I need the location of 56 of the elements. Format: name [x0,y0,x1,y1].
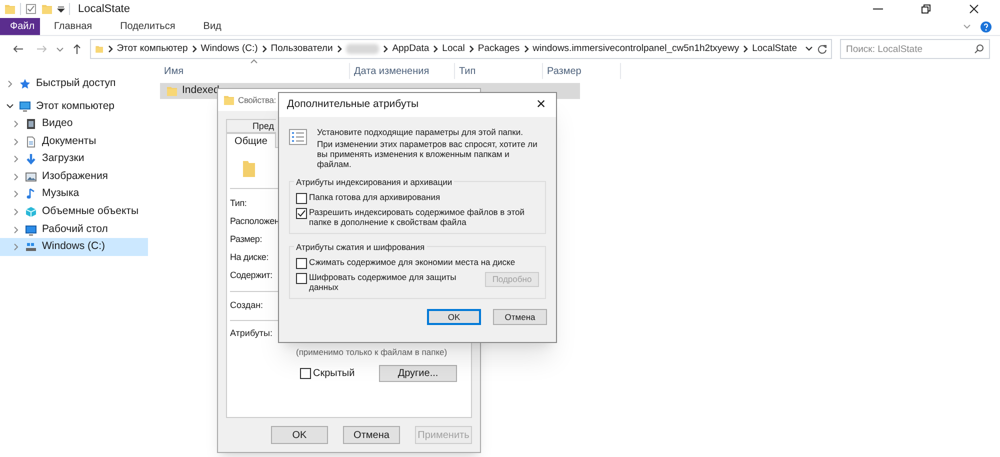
breadcrumb[interactable]: Пользователи [270,42,333,56]
field-label: На диске: [230,251,269,264]
intro-text: Установите подходящие параметры для этой папки. [317,127,524,137]
breadcrumb[interactable]: Local [442,42,465,56]
dialog-tab[interactable]: Пред [226,119,276,133]
note-text: (применимо только к файлам в папке) [296,346,448,359]
breadcrumb[interactable]: Packages [478,42,520,56]
ribbon-tab[interactable]: Файл [0,18,40,35]
field-label: Размер: [230,233,262,246]
breadcrumb[interactable]: Этот компьютер [116,42,188,56]
dialog-button[interactable]: OK [271,426,328,444]
column-header[interactable]: Размер [543,63,621,79]
column-header[interactable]: Тип [455,63,543,79]
sidebar-item[interactable]: Музыка [0,186,148,204]
checkbox[interactable]: Скрытый [300,366,355,381]
dialog-button[interactable]: OK [427,309,481,325]
ribbon-tab[interactable]: Главная [40,18,106,35]
dialog-button[interactable]: Отмена [493,309,547,325]
field-label: Расположен [230,215,280,228]
field-label: Атрибуты: [230,327,273,340]
dialog-tab[interactable]: Общие [226,133,276,148]
field-label: Тип: [230,197,247,210]
sidebar-item[interactable]: Видео [0,115,148,133]
breadcrumb[interactable]: LocalState [752,42,797,56]
breadcrumb[interactable]: windows.immersivecontrolpanel_cw5n1h2txyewy [532,42,740,56]
column-header[interactable]: Имя [160,63,350,79]
close-button[interactable]: × [526,93,556,117]
description-text: При изменении этих параметров вас спросят, хотите ли вы применять изменения к вложенным папкам и файлам. [317,139,538,169]
dialog-title: Дополнительные атрибуты [287,97,420,112]
dialog-title: Свойства: [238,94,276,106]
window-title: LocalState [78,2,130,17]
sidebar-item[interactable]: Рабочий стол [0,220,148,238]
field-label: Содержит: [230,269,272,282]
sidebar-item[interactable]: Объемные объекты [0,203,148,221]
other-button[interactable]: Другие... [379,364,457,382]
breadcrumb[interactable]: AppData [392,42,430,56]
address-bar[interactable]: Этот компьютер Windows (C:) Пользователи AppData Local Packages windows.immersivecontrolpanel_cw5n1h2txyewy LocalState [90,39,832,59]
ribbon-tab[interactable]: Поделиться [106,18,190,35]
sidebar-item[interactable]: Windows (C:) [0,238,148,256]
checkbox[interactable]: Шифровать содержимое для защиты данных [296,272,485,292]
column-header[interactable]: Дата изменения [350,63,455,79]
sidebar-item[interactable]: Документы [0,132,148,150]
group-title: Атрибуты индексирования и архивации [294,176,454,189]
ribbon-tab[interactable]: Вид [189,18,236,35]
field-label: Создан: [230,299,264,312]
search-field[interactable]: Поиск: LocalState [840,39,990,59]
sidebar-item[interactable]: Загрузки [0,150,148,168]
checkbox[interactable]: Сжимать содержимое для экономии места на диске [296,257,516,269]
breadcrumb[interactable]: Windows (C:) [200,42,258,56]
dialog-button[interactable]: Отмена [343,426,400,444]
sidebar-item[interactable]: Быстрый доступ [0,75,148,93]
checkbox[interactable]: Разрешить индексировать содержимое файлов в этой папке в дополнение к свойствам файла [296,207,539,227]
checkbox[interactable]: Папка готова для архивирования [296,192,440,204]
sidebar-item[interactable]: Изображения [0,168,148,186]
sidebar-item[interactable]: Этот компьютер [0,98,148,116]
group-title: Атрибуты сжатия и шифрования [294,241,427,254]
